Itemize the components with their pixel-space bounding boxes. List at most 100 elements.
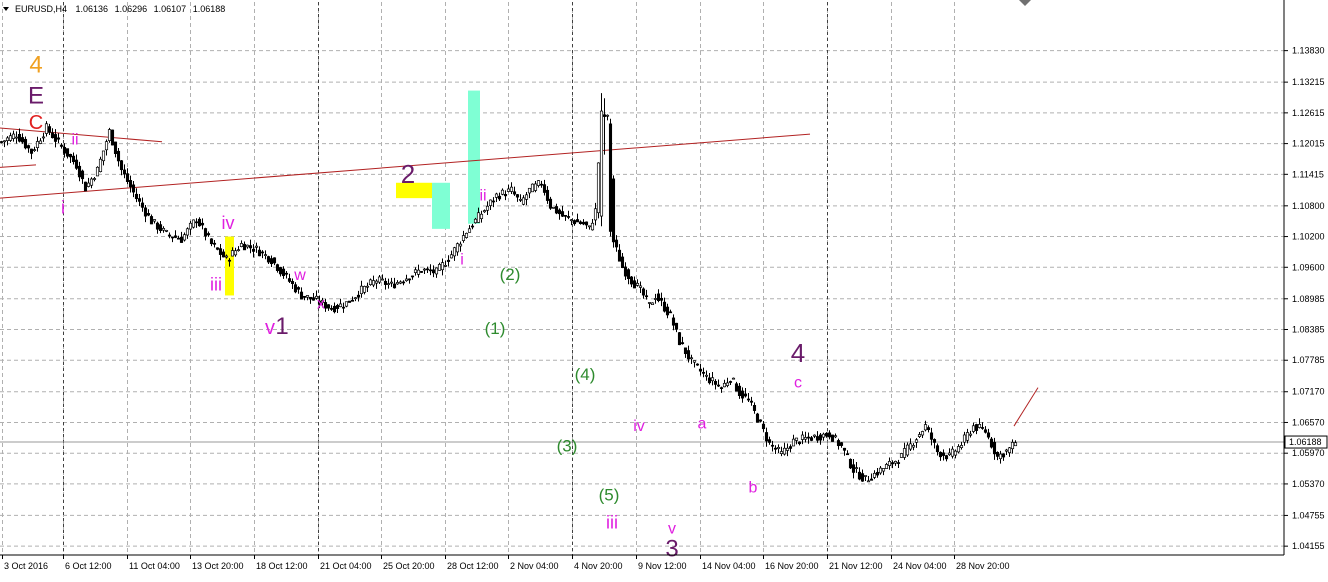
candle-body	[107, 129, 112, 141]
candle-body	[851, 464, 856, 473]
candle-body	[986, 432, 991, 438]
candle-body	[848, 458, 853, 469]
candle-body	[725, 382, 730, 386]
candle-body	[509, 186, 514, 192]
candle-body	[518, 198, 523, 201]
candle-body	[749, 400, 754, 403]
candle-body	[569, 219, 574, 222]
candle-body	[47, 126, 52, 133]
candle-body	[239, 243, 244, 247]
candle-body	[1001, 453, 1006, 458]
candle-body	[392, 283, 397, 289]
candle-body	[188, 222, 193, 230]
wave-label: (3)	[557, 437, 578, 456]
candle-body	[689, 357, 694, 360]
candle-body	[194, 221, 199, 224]
candle-body	[524, 194, 529, 200]
candle-body	[482, 210, 487, 213]
candle-body	[980, 427, 985, 429]
candle-body	[719, 387, 724, 389]
candle-body	[695, 363, 700, 366]
candle-body	[467, 228, 472, 233]
candle-body	[611, 178, 616, 243]
candle-body	[953, 450, 958, 456]
candle-body	[545, 189, 550, 201]
y-tick-label: 1.04155	[1292, 541, 1325, 551]
candle-body	[995, 451, 1000, 457]
candle-body	[956, 446, 961, 453]
candle-body	[284, 272, 289, 275]
candle-body	[65, 148, 70, 157]
candle-body	[299, 291, 304, 300]
y-tick-label: 1.07170	[1292, 387, 1325, 397]
chart-background	[0, 0, 1328, 577]
candle-body	[869, 478, 874, 481]
candle-body	[752, 404, 757, 411]
candle-body	[887, 461, 892, 466]
wave-label: i	[460, 252, 464, 269]
wave-label: iii	[210, 274, 222, 294]
candle-body	[443, 265, 448, 267]
candle-body	[293, 284, 298, 293]
candle-body	[386, 283, 391, 285]
candle-body	[245, 244, 250, 248]
candle-body	[362, 286, 367, 293]
candle-body	[476, 212, 481, 223]
candle-body	[632, 280, 637, 289]
candle-body	[344, 301, 349, 307]
candle-body	[896, 462, 901, 464]
wave-label: ii	[71, 131, 78, 148]
candle-body	[629, 276, 634, 285]
candle-body	[902, 448, 907, 458]
candle-body	[572, 220, 577, 225]
candle-body	[584, 221, 589, 226]
x-tick-label: 28 Nov 20:00	[956, 561, 1010, 571]
candle-body	[794, 437, 799, 441]
candle-body	[932, 439, 937, 443]
candle-body	[329, 308, 334, 310]
candle-body	[935, 445, 940, 453]
candle-body	[8, 135, 13, 141]
candle-body	[872, 472, 877, 478]
candle-body	[878, 467, 883, 474]
candle-body	[38, 140, 43, 144]
candle-body	[977, 424, 982, 428]
candle-body	[311, 297, 316, 301]
candle-body	[488, 199, 493, 206]
candle-body	[59, 144, 64, 147]
candle-body	[812, 434, 817, 437]
candle-body	[512, 191, 517, 195]
candle-body	[836, 440, 841, 447]
candle-body	[326, 304, 331, 309]
wave-label: x	[317, 295, 325, 312]
header-symbol: EURUSD,H4	[15, 4, 67, 14]
candle-body	[5, 137, 10, 141]
candle-body	[287, 278, 292, 282]
candle-body	[20, 137, 25, 143]
candle-body	[263, 254, 268, 256]
wave-label: i	[61, 198, 65, 218]
candle-body	[395, 282, 400, 285]
candle-body	[206, 233, 211, 236]
x-tick-label: 25 Oct 20:00	[383, 561, 435, 571]
candle-body	[737, 385, 742, 397]
candle-body	[587, 225, 592, 228]
candle-body	[683, 347, 688, 355]
candle-body	[500, 189, 505, 195]
wave-label: 4	[29, 52, 42, 79]
candle-body	[230, 250, 235, 257]
candle-body	[110, 129, 115, 146]
candle-body	[821, 433, 826, 438]
candle-body	[674, 322, 679, 330]
candle-body	[119, 160, 124, 171]
wave-label: (1)	[485, 319, 506, 338]
candle-body	[422, 268, 427, 271]
candle-body	[14, 136, 19, 139]
candle-body	[677, 332, 682, 346]
candlestick-chart[interactable]: 4ECiiiiviiiv 1wx2iii(2)(1)(4)(3)iv(5)iii v…	[0, 0, 1328, 577]
candle-body	[563, 215, 568, 217]
y-tick-label: 1.05970	[1292, 448, 1325, 458]
candle-body	[0, 141, 4, 143]
candle-body	[743, 393, 748, 397]
candle-body	[224, 255, 229, 258]
